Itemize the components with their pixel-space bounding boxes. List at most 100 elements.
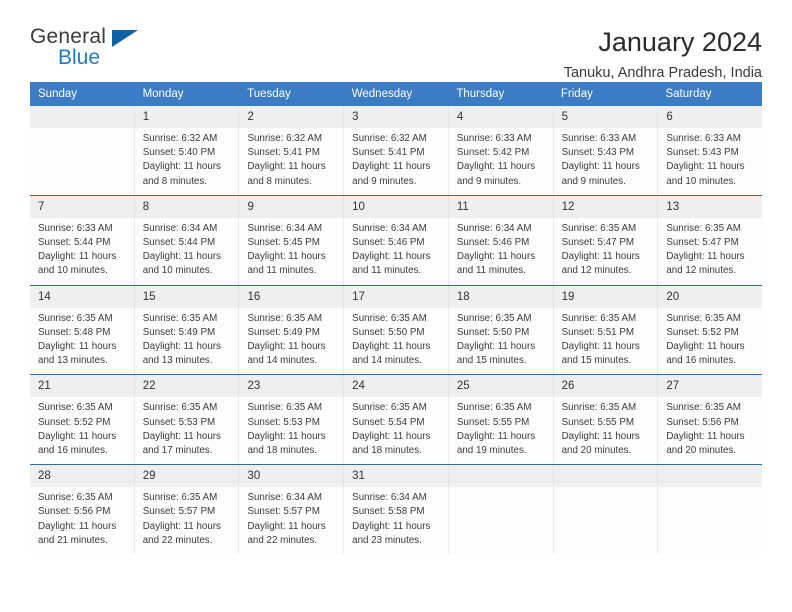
day-cell[interactable]: Sunrise: 6:35 AM Sunset: 5:57 PM Daylight:…: [133, 487, 239, 555]
day-number[interactable]: 14: [30, 286, 134, 308]
day-detail-line: and 14 minutes.: [352, 355, 422, 367]
day-cell[interactable]: Sunrise: 6:35 AM Sunset: 5:47 PM Daylight:…: [657, 217, 762, 285]
day-number[interactable]: 23: [238, 375, 343, 398]
day-number[interactable]: 26: [552, 375, 658, 398]
day-detail-line: Sunrise: 6:34 AM: [352, 492, 427, 504]
day-detail-line: Sunrise: 6:35 AM: [666, 312, 741, 324]
day-number[interactable]: 5: [552, 106, 658, 128]
day-detail-line: Daylight: 11 hours: [247, 161, 326, 173]
day-detail-line: Sunrise: 6:33 AM: [456, 133, 532, 144]
day-cell[interactable]: Sunrise: 6:35 AM Sunset: 5:53 PM Daylight:…: [238, 397, 343, 465]
day-detail-line: Daylight: 11 hours: [456, 161, 536, 173]
day-detail-line: Sunrise: 6:32 AM: [352, 133, 427, 144]
day-number[interactable]: 22: [133, 375, 239, 398]
day-number[interactable]: 27: [657, 375, 762, 398]
day-number[interactable]: 10: [343, 195, 448, 218]
day-detail-line: Daylight: 11 hours: [561, 341, 640, 353]
day-detail-line: Sunrise: 6:35 AM: [352, 402, 427, 414]
day-cell[interactable]: Sunrise: 6:32 AM Sunset: 5:40 PM Daylight:…: [133, 128, 239, 195]
day-detail-line: Daylight: 11 hours: [456, 430, 536, 442]
day-cell[interactable]: Sunrise: 6:35 AM Sunset: 5:50 PM Daylight:…: [447, 307, 553, 375]
day-detail-line: Sunrise: 6:35 AM: [561, 222, 637, 234]
title-block: January 2024 Tanuku, Andhra Pradesh, Ind…: [564, 26, 762, 83]
day-detail-line: Sunrise: 6:35 AM: [247, 402, 323, 414]
day-cell[interactable]: Sunrise: 6:33 AM Sunset: 5:43 PM Daylight:…: [657, 128, 762, 195]
day-number[interactable]: 25: [447, 375, 553, 398]
day-cell[interactable]: Sunrise: 6:34 AM Sunset: 5:58 PM Daylight:…: [343, 487, 448, 555]
day-detail-line: Daylight: 11 hours: [38, 430, 117, 442]
day-cell[interactable]: Sunrise: 6:34 AM Sunset: 5:44 PM Daylight:…: [133, 217, 239, 285]
day-detail-line: Sunrise: 6:34 AM: [247, 492, 323, 504]
day-detail-line: Daylight: 11 hours: [456, 251, 536, 263]
day-number[interactable]: 18: [447, 285, 553, 308]
day-cell[interactable]: Sunrise: 6:33 AM Sunset: 5:43 PM Daylight:…: [552, 128, 658, 195]
day-cell[interactable]: Sunrise: 6:33 AM Sunset: 5:42 PM Daylight:…: [447, 128, 553, 195]
day-number[interactable]: 24: [343, 375, 448, 398]
day-detail-line: Sunrise: 6:35 AM: [456, 312, 532, 324]
day-detail-line: Daylight: 11 hours: [456, 341, 536, 353]
day-number[interactable]: 2: [238, 106, 343, 128]
day-number[interactable]: 13: [657, 195, 762, 218]
day-number[interactable]: 20: [657, 285, 762, 308]
day-detail-line: Sunset: 5:43 PM: [666, 147, 739, 159]
day-cell[interactable]: Sunrise: 6:35 AM Sunset: 5:48 PM Daylight:…: [30, 308, 134, 375]
day-cell[interactable]: Sunrise: 6:34 AM Sunset: 5:57 PM Daylight:…: [238, 487, 343, 555]
day-number[interactable]: 16: [238, 285, 343, 308]
day-cell[interactable]: Sunrise: 6:32 AM Sunset: 5:41 PM Daylight:…: [343, 128, 448, 195]
day-detail-line: and 20 minutes.: [666, 445, 737, 457]
day-number[interactable]: 29: [133, 465, 239, 488]
day-number[interactable]: 3: [343, 106, 448, 128]
day-detail-line: and 23 minutes.: [352, 534, 422, 546]
day-detail-line: Sunset: 5:53 PM: [142, 416, 216, 428]
day-detail-line: Sunset: 5:54 PM: [352, 416, 425, 428]
day-cell[interactable]: Sunrise: 6:34 AM Sunset: 5:46 PM Daylight:…: [343, 217, 448, 285]
brand-logo[interactable]: General Blue: [30, 26, 160, 74]
day-number[interactable]: 17: [343, 285, 448, 308]
day-number[interactable]: 28: [30, 465, 134, 487]
day-number[interactable]: 7: [30, 196, 134, 218]
day-cell[interactable]: Sunrise: 6:33 AM Sunset: 5:44 PM Daylight:…: [30, 218, 134, 285]
day-detail-line: Sunrise: 6:34 AM: [142, 222, 218, 234]
day-cell[interactable]: Sunrise: 6:35 AM Sunset: 5:56 PM Daylight:…: [30, 487, 134, 554]
day-number[interactable]: 6: [657, 106, 762, 128]
day-cell[interactable]: Sunrise: 6:35 AM Sunset: 5:56 PM Daylight:…: [657, 397, 762, 465]
day-number[interactable]: 21: [30, 375, 134, 397]
day-cell[interactable]: Sunrise: 6:34 AM Sunset: 5:46 PM Daylight:…: [447, 217, 553, 285]
day-cell[interactable]: Sunrise: 6:35 AM Sunset: 5:55 PM Daylight:…: [447, 397, 553, 465]
day-cell[interactable]: Sunrise: 6:35 AM Sunset: 5:54 PM Daylight:…: [343, 397, 448, 465]
day-number[interactable]: 9: [238, 195, 343, 218]
day-number[interactable]: 4: [447, 106, 553, 128]
day-cell[interactable]: Sunrise: 6:35 AM Sunset: 5:49 PM Daylight:…: [133, 307, 239, 375]
day-number[interactable]: 31: [343, 465, 448, 488]
day-number-band: 28 29 30 31: [30, 465, 762, 488]
day-cell[interactable]: Sunrise: 6:35 AM Sunset: 5:47 PM Daylight:…: [552, 217, 658, 285]
day-cell[interactable]: Sunrise: 6:34 AM Sunset: 5:45 PM Daylight:…: [238, 217, 343, 285]
day-cell[interactable]: Sunrise: 6:35 AM Sunset: 5:53 PM Daylight:…: [133, 397, 239, 465]
day-number[interactable]: 19: [552, 285, 658, 308]
day-number[interactable]: 8: [133, 195, 239, 218]
day-detail-line: Daylight: 11 hours: [352, 430, 431, 442]
day-detail-line: Sunrise: 6:34 AM: [352, 222, 427, 234]
day-detail-line: Sunrise: 6:35 AM: [38, 402, 113, 414]
day-detail-line: Sunset: 5:57 PM: [142, 506, 216, 518]
day-detail-line: Daylight: 11 hours: [666, 251, 745, 263]
day-cell[interactable]: Sunrise: 6:35 AM Sunset: 5:52 PM Daylight:…: [657, 307, 762, 375]
day-detail-line: Sunrise: 6:35 AM: [666, 222, 741, 234]
day-detail-line: Sunset: 5:50 PM: [456, 326, 530, 338]
weekday-header-row: Sunday Monday Tuesday Wednesday Thursday Frid…: [30, 82, 762, 106]
day-number[interactable]: 15: [133, 285, 239, 308]
day-cell[interactable]: Sunrise: 6:35 AM Sunset: 5:50 PM Daylight:…: [343, 307, 448, 375]
day-cell[interactable]: Sunrise: 6:35 AM Sunset: 5:51 PM Daylight:…: [552, 307, 658, 375]
day-cell[interactable]: Sunrise: 6:32 AM Sunset: 5:41 PM Daylight:…: [238, 128, 343, 195]
day-cell[interactable]: Sunrise: 6:35 AM Sunset: 5:55 PM Daylight:…: [552, 397, 658, 465]
day-detail-line: Sunset: 5:52 PM: [38, 416, 111, 428]
day-number[interactable]: 30: [238, 465, 343, 488]
day-number[interactable]: 12: [552, 195, 658, 218]
day-number[interactable]: 1: [133, 106, 239, 128]
day-detail-line: Daylight: 11 hours: [142, 161, 221, 173]
day-cell[interactable]: Sunrise: 6:35 AM Sunset: 5:49 PM Daylight:…: [238, 307, 343, 375]
day-cell[interactable]: Sunrise: 6:35 AM Sunset: 5:52 PM Daylight:…: [30, 397, 134, 464]
day-detail-line: Sunset: 5:49 PM: [247, 326, 320, 338]
day-detail-line: Sunset: 5:44 PM: [142, 237, 216, 249]
day-number[interactable]: 11: [447, 195, 553, 218]
